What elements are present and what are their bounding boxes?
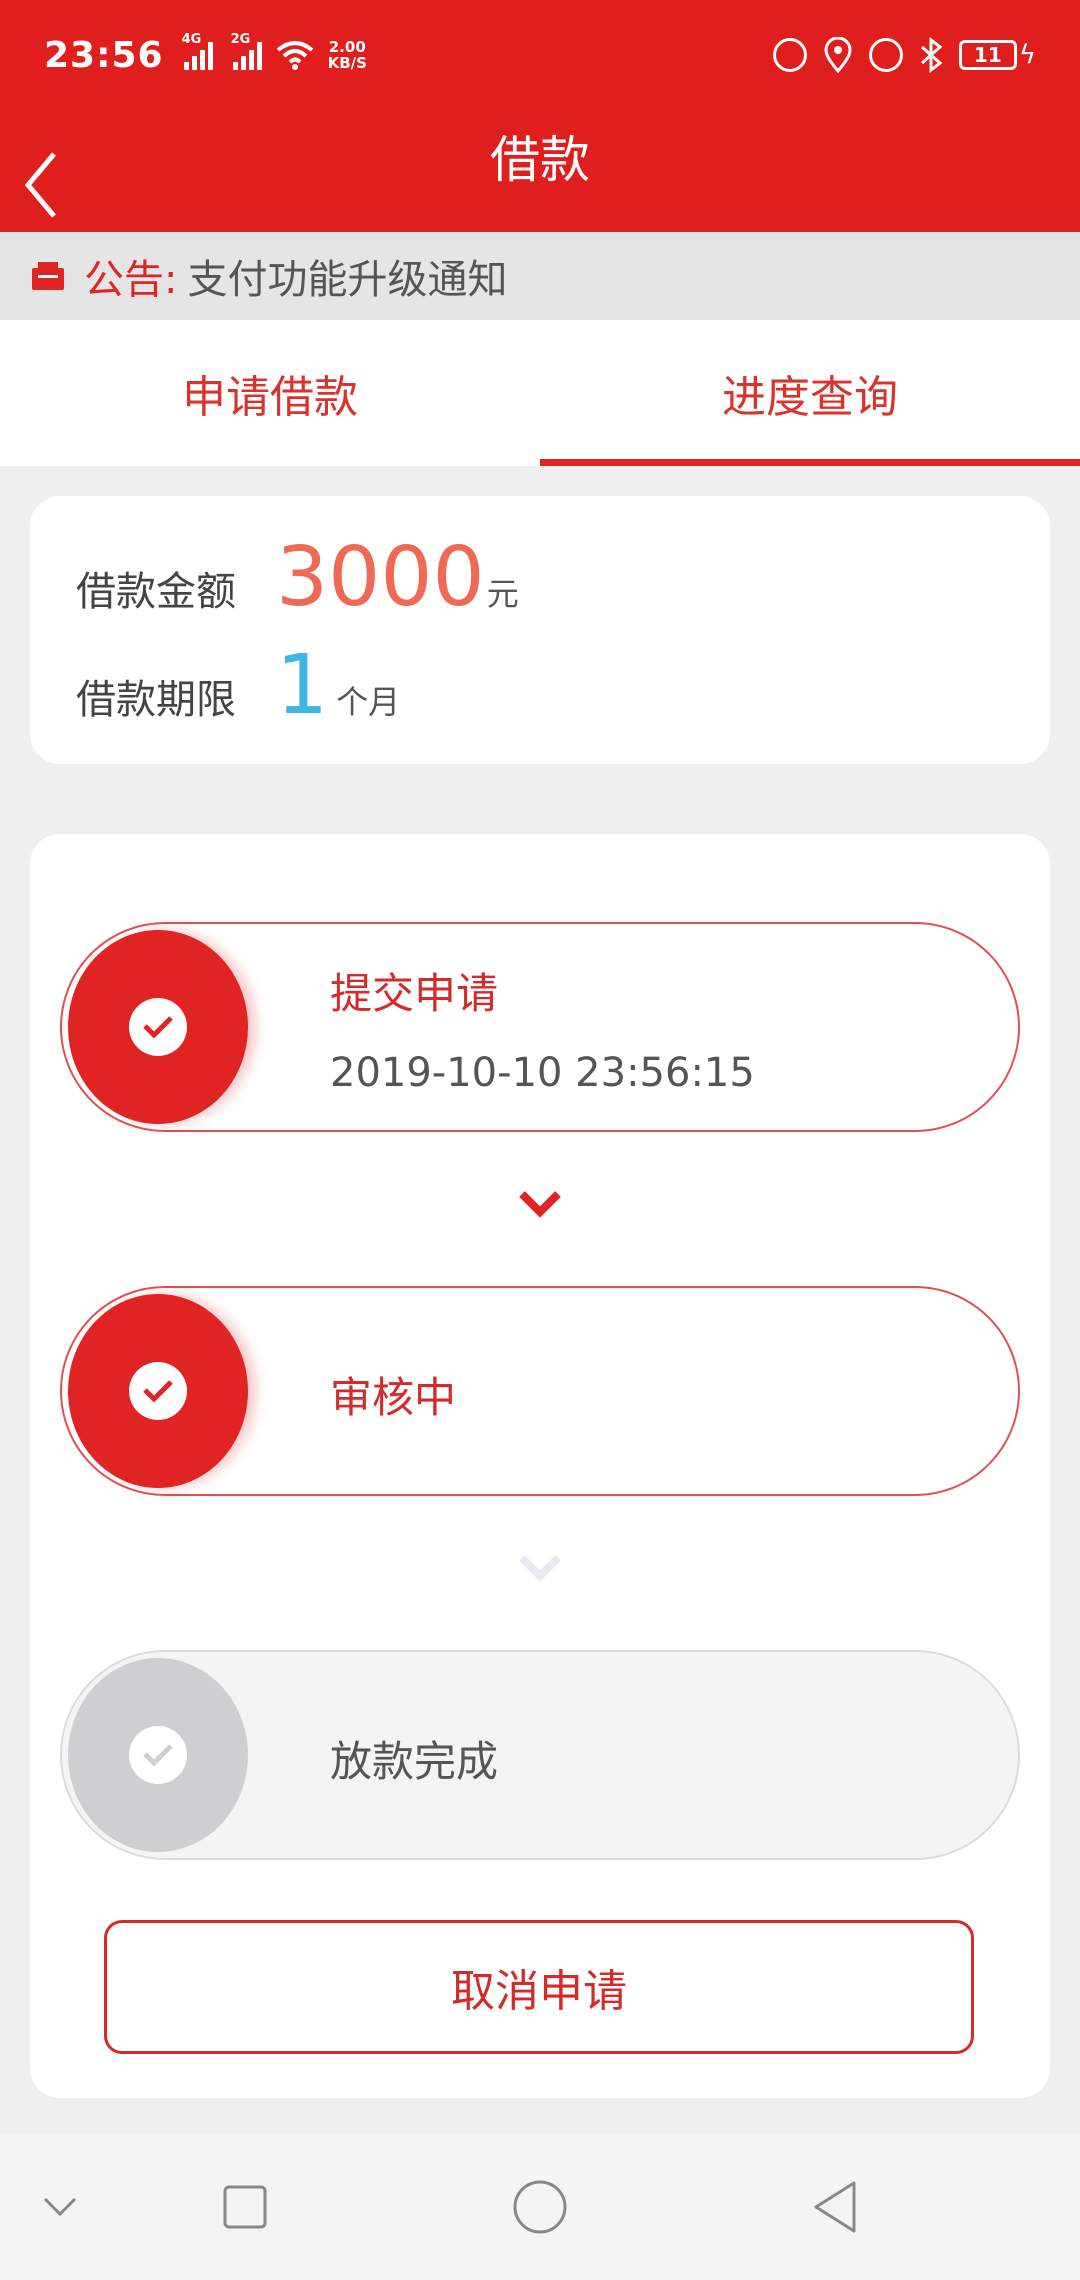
step-title: 审核中 — [330, 1373, 457, 1422]
step-reviewing: 审核中 — [60, 1286, 1020, 1496]
check-icon — [143, 1744, 173, 1767]
step-disbursed: 放款完成 — [60, 1650, 1020, 1860]
tab-apply-loan[interactable]: 申请借款 — [0, 320, 540, 466]
status-bar: 23:56 4G 2G 2.00 KB/S 11 ϟ — [0, 0, 1080, 110]
wifi-icon — [276, 41, 313, 70]
amount-unit: 元 — [486, 575, 519, 613]
recent-apps-button[interactable] — [200, 2134, 290, 2280]
system-nav-bar — [0, 2134, 1080, 2280]
battery-icon: 11 ϟ — [958, 40, 1036, 70]
bluetooth-icon — [920, 37, 943, 73]
notice-label: 公告: — [84, 257, 178, 303]
amount-label: 借款金额 — [76, 569, 236, 615]
amount-value: 3000 — [276, 530, 485, 625]
step-status-circle — [68, 1294, 248, 1488]
triangle-back-icon — [814, 2181, 856, 2233]
step-submit: 提交申请 2019-10-10 23:56:15 — [60, 922, 1020, 1132]
status-time: 23:56 — [44, 34, 164, 76]
hide-nav-button[interactable] — [20, 2134, 100, 2280]
location-icon — [824, 37, 852, 73]
check-icon — [143, 1016, 173, 1039]
notice-board-icon — [32, 262, 64, 290]
cell-signal-icon: 2G — [231, 32, 262, 70]
alarm-icon — [868, 38, 903, 72]
circle-icon — [513, 2180, 567, 2234]
nav-bar: 借款 — [0, 110, 1080, 232]
cancel-application-button[interactable]: 取消申请 — [104, 1920, 974, 2054]
check-icon — [143, 1380, 173, 1403]
square-icon — [223, 2185, 267, 2229]
step-status-circle — [68, 1658, 248, 1852]
cell-signal-icon: 4G — [182, 32, 213, 70]
step-title: 放款完成 — [330, 1737, 499, 1786]
term-value: 1 — [276, 638, 329, 733]
step-title: 提交申请 — [330, 969, 499, 1018]
notice-bar[interactable]: 公告: 支付功能升级通知 — [0, 232, 1080, 320]
chevron-down-icon — [519, 1191, 561, 1218]
tab-bar: 申请借款 进度查询 — [0, 320, 1080, 466]
chevron-down-icon — [43, 2197, 77, 2217]
network-speed: 2.00 KB/S — [327, 38, 367, 72]
progress-card: 提交申请 2019-10-10 23:56:15 审核中 放款完成 取消申请 — [30, 834, 1050, 2098]
chevron-down-icon — [519, 1555, 561, 1582]
back-button[interactable] — [790, 2134, 880, 2280]
loan-summary-card: 借款金额 3000 元 借款期限 1 个月 — [30, 496, 1050, 764]
page-title: 借款 — [490, 131, 590, 189]
term-unit: 个月 — [336, 683, 401, 721]
step-time: 2019-10-10 23:56:15 — [330, 1050, 755, 1096]
term-label: 借款期限 — [76, 677, 236, 723]
tab-progress-query[interactable]: 进度查询 — [540, 320, 1080, 466]
lock-rotation-icon — [772, 38, 807, 72]
step-status-circle — [68, 930, 248, 1124]
notice-text[interactable]: 支付功能升级通知 — [187, 247, 507, 305]
home-button[interactable] — [495, 2134, 585, 2280]
